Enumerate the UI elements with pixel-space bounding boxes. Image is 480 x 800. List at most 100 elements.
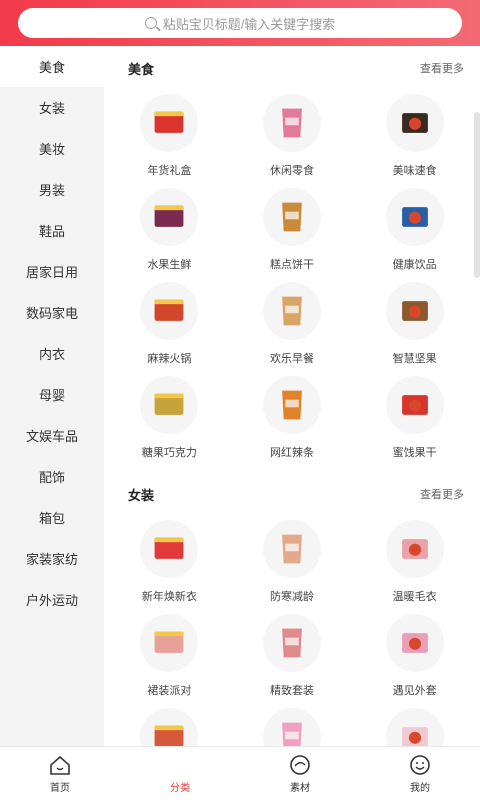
sidebar-item[interactable]: 配饰 (0, 456, 104, 497)
tab-label: 我的 (410, 782, 430, 794)
category-tile-label: 欢乐早餐 (269, 353, 314, 365)
view-more-link[interactable]: 查看更多 (420, 486, 464, 502)
sidebar-item-label: 文娱车品 (25, 429, 78, 444)
spicy-strip-icon (262, 376, 321, 434)
category-tile[interactable] (353, 704, 476, 746)
sidebar-item-label: 内衣 (38, 347, 65, 362)
category-tile-label: 智慧坚果 (392, 353, 437, 365)
header-bar: 粘贴宝贝标题/输入关键字搜索 (0, 0, 480, 46)
category-tile[interactable]: 糕点饼干 (231, 184, 354, 278)
sidebar-item-label: 女装 (38, 101, 65, 116)
section-title: 女装 (128, 487, 155, 503)
sidebar-item[interactable]: 居家日用 (0, 251, 104, 292)
category-tile-label: 防寒减龄 (269, 591, 314, 603)
category-tile[interactable]: 防寒减龄 (231, 516, 354, 610)
tab-item[interactable]: 素材 (240, 747, 360, 800)
category-tile[interactable]: 美味速食 (353, 90, 476, 184)
category-tile[interactable] (231, 704, 354, 746)
category-tile[interactable]: 网红辣条 (231, 372, 354, 466)
sidebar-item[interactable]: 美妆 (0, 128, 104, 169)
sidebar-item-label: 母婴 (38, 388, 65, 403)
profile-icon (408, 754, 432, 776)
sidebar-item[interactable]: 数码家电 (0, 292, 104, 333)
sidebar-item-label: 居家日用 (25, 265, 78, 280)
tab-item[interactable]: 我的 (360, 747, 480, 800)
knit-sweater-icon (385, 520, 444, 578)
sidebar-item[interactable]: 文娱车品 (0, 415, 104, 456)
nuts-icon (385, 282, 444, 340)
category-tile-label: 糕点饼干 (269, 259, 314, 271)
tab-item[interactable]: 分类 (120, 747, 240, 800)
dress-icon (140, 614, 199, 672)
category-tile[interactable]: 裙装派对 (108, 610, 231, 704)
category-tile-label: 糖果巧克力 (141, 447, 197, 459)
category-tile-label: 温暖毛衣 (392, 591, 437, 603)
section-title: 美食 (128, 61, 155, 77)
sidebar-item[interactable]: 户外运动 (0, 579, 104, 620)
sidebar-item-label: 鞋品 (38, 224, 65, 239)
printed-sweater-icon (385, 708, 444, 746)
category-tile[interactable]: 新年焕新衣 (108, 516, 231, 610)
chocolate-icon (140, 376, 199, 434)
category-tile[interactable]: 麻辣火锅 (108, 278, 231, 372)
category-tile[interactable]: 欢乐早餐 (231, 278, 354, 372)
category-tile[interactable]: 糖果巧克力 (108, 372, 231, 466)
category-tile[interactable]: 遇见外套 (353, 610, 476, 704)
category-tile-label: 水果生鲜 (147, 259, 192, 271)
category-tile-label: 遇见外套 (392, 685, 437, 697)
search-icon (144, 17, 157, 29)
sidebar-item[interactable]: 家装家纺 (0, 538, 104, 579)
drink-icon (385, 188, 444, 246)
sidebar-item[interactable]: 女装 (0, 87, 104, 128)
bottom-tab-bar: 首页 分类 素材 我的 (0, 746, 480, 800)
category-tile[interactable]: 精致套装 (231, 610, 354, 704)
category-tile[interactable]: 智慧坚果 (353, 278, 476, 372)
sweater-icon (140, 520, 199, 578)
sidebar-item[interactable]: 美食 (0, 46, 104, 87)
category-tile[interactable]: 水果生鲜 (108, 184, 231, 278)
tab-label: 分类 (170, 782, 190, 794)
category-tile[interactable]: 温暖毛衣 (353, 516, 476, 610)
long-coat-icon (140, 708, 199, 746)
sidebar-item-label: 美妆 (38, 142, 65, 157)
cookie-icon (262, 188, 321, 246)
sidebar-item-label: 户外运动 (25, 593, 78, 608)
sidebar-item-label: 家装家纺 (25, 552, 78, 567)
category-tile[interactable]: 年货礼盒 (108, 90, 231, 184)
gift-box-icon (140, 94, 199, 152)
sidebar-item-label: 数码家电 (25, 306, 78, 321)
tab-label: 素材 (290, 782, 310, 794)
category-tile[interactable]: 健康饮品 (353, 184, 476, 278)
sidebar-item[interactable]: 男装 (0, 169, 104, 210)
category-tile[interactable]: 休闲零食 (231, 90, 354, 184)
search-input[interactable]: 粘贴宝贝标题/输入关键字搜索 (18, 8, 462, 38)
category-icon (168, 754, 192, 776)
tab-item[interactable]: 首页 (0, 747, 120, 800)
hotpot-icon (140, 282, 199, 340)
jacket-icon (385, 614, 444, 672)
sidebar-item[interactable]: 内衣 (0, 333, 104, 374)
category-tile-label: 美味速食 (392, 165, 437, 177)
category-tile[interactable]: 蜜饯果干 (353, 372, 476, 466)
material-icon (288, 754, 312, 776)
dried-fruit-icon (385, 376, 444, 434)
bread-icon (262, 282, 321, 340)
sidebar-item-label: 男装 (38, 183, 65, 198)
sidebar-item[interactable]: 鞋品 (0, 210, 104, 251)
instant-food-icon (385, 94, 444, 152)
category-tile-label: 麻辣火锅 (147, 353, 192, 365)
section-header: 女装 查看更多 (104, 472, 480, 516)
suit-dress-icon (262, 614, 321, 672)
scrollbar[interactable] (474, 112, 480, 278)
sidebar-item[interactable]: 箱包 (0, 497, 104, 538)
view-more-link[interactable]: 查看更多 (420, 60, 464, 76)
category-tile[interactable] (108, 704, 231, 746)
category-tile-label: 蜜饯果干 (392, 447, 437, 459)
category-sidebar: 美食女装美妆男装鞋品居家日用数码家电内衣母婴文娱车品配饰箱包家装家纺户外运动 (0, 46, 104, 746)
category-tile-label: 年货礼盒 (147, 165, 192, 177)
category-tile-label: 裙装派对 (147, 685, 192, 697)
search-placeholder: 粘贴宝贝标题/输入关键字搜索 (162, 16, 336, 32)
sidebar-item[interactable]: 母婴 (0, 374, 104, 415)
category-tile-label: 休闲零食 (269, 165, 314, 177)
sidebar-item-label: 箱包 (38, 511, 65, 526)
